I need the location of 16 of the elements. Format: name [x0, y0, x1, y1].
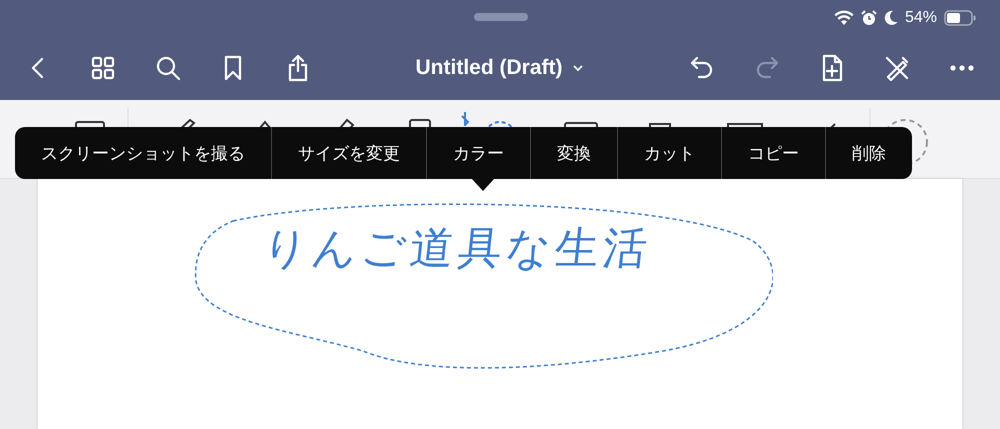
- alarm-clock-icon: [860, 10, 877, 26]
- battery-percentage: 54%: [904, 9, 937, 27]
- menu-item[interactable]: サイズを変更: [271, 127, 426, 179]
- chevron-down-icon: [572, 64, 584, 72]
- document-title[interactable]: Untitled (Draft): [416, 56, 584, 80]
- menu-item[interactable]: コピー: [721, 127, 825, 179]
- handwritten-text: りんご道具な生活: [260, 222, 654, 276]
- battery-icon: [944, 10, 976, 26]
- home-grabber: [474, 13, 528, 21]
- menu-item[interactable]: スクリーンショットを撮る: [15, 127, 271, 179]
- menu-item[interactable]: 変換: [530, 127, 617, 179]
- wifi-icon: [834, 10, 854, 26]
- menu-item[interactable]: カット: [617, 127, 721, 179]
- menu-item[interactable]: カラー: [426, 127, 530, 179]
- menu-item[interactable]: 削除: [825, 127, 912, 179]
- moon-icon: [884, 10, 898, 26]
